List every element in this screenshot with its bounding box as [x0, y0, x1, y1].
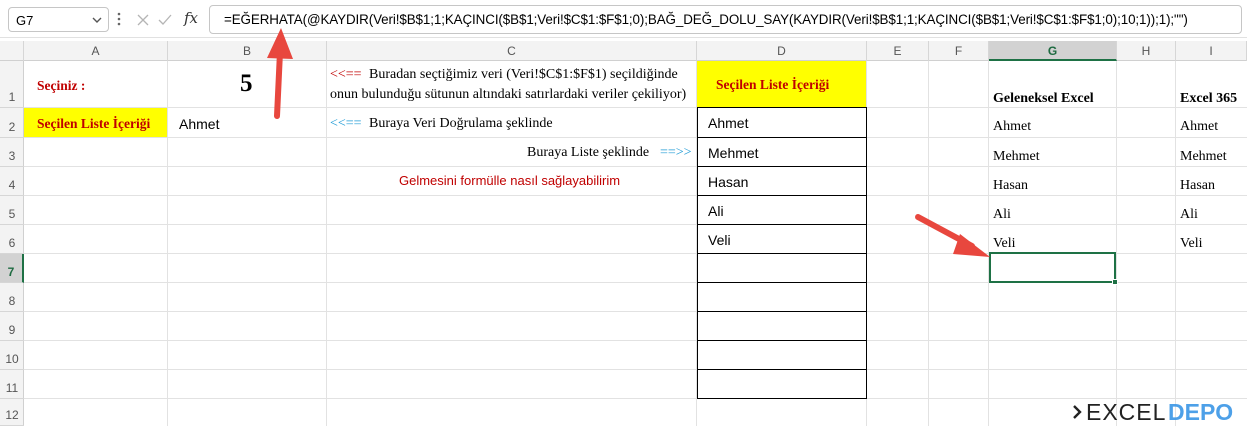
column-header-g[interactable]: G	[989, 41, 1117, 61]
row-header-11[interactable]: 11	[0, 370, 24, 399]
annotation-arrow-up-icon	[267, 28, 293, 119]
list-cell[interactable]	[697, 283, 867, 312]
gridline	[24, 311, 1247, 312]
row-header-9[interactable]: 9	[0, 312, 24, 341]
cell-a1[interactable]: Seçiniz :	[37, 78, 85, 94]
fill-handle[interactable]	[1112, 279, 1118, 285]
list-cell[interactable]	[697, 254, 867, 283]
gridline	[24, 107, 1247, 108]
gridline	[1175, 61, 1176, 426]
cell-i6[interactable]: Veli	[1180, 236, 1203, 252]
cell-g4[interactable]: Hasan	[993, 178, 1028, 194]
cell-c1-arrow: <<==	[330, 67, 362, 82]
row-header-3[interactable]: 3	[0, 138, 24, 167]
validation-list-table: Ahmet Mehmet Hasan Ali Veli	[697, 107, 867, 399]
chevron-down-icon[interactable]	[90, 13, 104, 27]
row-headers: 1 2 3 4 5 6 7 8 9 10 11 12	[0, 61, 24, 426]
column-header-i[interactable]: I	[1176, 41, 1247, 61]
cell-c1-line1[interactable]: Buradan seçtiğimiz veri (Veri!$C$1:$F$1)…	[369, 67, 678, 83]
annotation-arrow-diagonal-icon	[915, 214, 990, 257]
gridline	[24, 369, 1247, 370]
cell-d1[interactable]: Seçilen Liste İçeriği	[716, 77, 829, 93]
list-cell[interactable]: Ahmet	[697, 107, 867, 138]
cell-i4[interactable]: Hasan	[1180, 178, 1215, 194]
row-header-6[interactable]: 6	[0, 225, 24, 254]
cell-g3[interactable]: Mehmet	[993, 149, 1040, 165]
row-header-8[interactable]: 8	[0, 283, 24, 312]
row-header-2[interactable]: 2	[0, 108, 24, 138]
gridline	[24, 166, 1247, 167]
list-cell[interactable]	[697, 370, 867, 399]
gridline	[24, 137, 1247, 138]
cell-a2[interactable]: Seçilen Liste İçeriği	[37, 116, 167, 132]
cell-c2[interactable]: Buraya Veri Doğrulama şeklinde	[369, 116, 553, 132]
list-cell[interactable]	[697, 312, 867, 341]
select-all-corner[interactable]	[0, 41, 24, 61]
cell-i1[interactable]: Excel 365	[1180, 91, 1237, 107]
column-headers: A B C D E F G H I	[0, 41, 1247, 61]
gridline	[167, 61, 168, 426]
gridline	[326, 61, 327, 426]
row-header-10[interactable]: 10	[0, 341, 24, 370]
insert-function-icon[interactable]: fx	[184, 9, 198, 27]
confirm-icon[interactable]	[156, 11, 174, 29]
column-header-c[interactable]: C	[327, 41, 697, 61]
list-cell[interactable]: Mehmet	[697, 138, 867, 167]
cancel-icon[interactable]	[134, 11, 152, 29]
cell-c3[interactable]: Buraya Liste şeklinde	[527, 145, 649, 161]
list-cell[interactable]: Hasan	[697, 167, 867, 196]
column-header-b[interactable]: B	[168, 41, 327, 61]
logo-text-depo: DEPO	[1168, 399, 1234, 425]
name-box[interactable]: G7	[8, 7, 109, 32]
list-cell[interactable]	[697, 341, 867, 370]
excel-depo-logo: EXCEL DEPO	[1072, 399, 1242, 425]
cell-b1[interactable]: 5	[240, 70, 253, 98]
gridline	[1116, 61, 1117, 426]
column-header-e[interactable]: E	[867, 41, 929, 61]
gridline	[24, 398, 1247, 399]
column-header-h[interactable]: H	[1117, 41, 1176, 61]
formula-actions: fx	[128, 7, 207, 32]
cell-i2[interactable]: Ahmet	[1180, 119, 1218, 135]
more-options-icon[interactable]	[115, 10, 123, 28]
cell-b2[interactable]: Ahmet	[179, 116, 219, 132]
formula-input[interactable]: =EĞERHATA(@KAYDIR(Veri!$B$1;1;KAÇINCI($B…	[209, 5, 1242, 34]
cell-c4[interactable]: Gelmesini formülle nasıl sağlayabilirim	[399, 173, 620, 188]
cell-c1-line2[interactable]: onun bulunduğu sütunun altındaki satırla…	[330, 87, 686, 103]
cell-g1[interactable]: Geleneksel Excel	[993, 91, 1094, 107]
row-header-7[interactable]: 7	[0, 254, 24, 283]
worksheet-grid[interactable]: Seçiniz : 5 Seçilen Liste İçeriği Ahmet …	[24, 61, 1247, 426]
cell-g2[interactable]: Ahmet	[993, 119, 1031, 135]
cell-i5[interactable]: Ali	[1180, 207, 1198, 223]
gridline	[24, 340, 1247, 341]
list-cell[interactable]: Veli	[697, 225, 867, 254]
gridline	[24, 195, 1247, 196]
column-header-d[interactable]: D	[697, 41, 867, 61]
active-cell-g7[interactable]	[989, 252, 1118, 285]
cell-c3-arrow: ==>>	[660, 145, 692, 160]
row-header-4[interactable]: 4	[0, 167, 24, 196]
name-box-value: G7	[16, 13, 34, 28]
gridline	[24, 224, 1247, 225]
column-header-a[interactable]: A	[24, 41, 168, 61]
cell-c2-arrow: <<==	[330, 116, 362, 131]
logo-chevron-icon	[1073, 405, 1082, 419]
formula-bar: G7 fx =EĞERHATA(@KAYDIR(Veri!$B$1;1;KAÇI…	[0, 0, 1247, 38]
row-header-1[interactable]: 1	[0, 61, 24, 108]
column-header-f[interactable]: F	[929, 41, 989, 61]
cell-i3[interactable]: Mehmet	[1180, 149, 1227, 165]
list-cell[interactable]: Ali	[697, 196, 867, 225]
row-header-12[interactable]: 12	[0, 399, 24, 426]
logo-text-excel: EXCEL	[1086, 399, 1167, 425]
row-header-5[interactable]: 5	[0, 196, 24, 225]
